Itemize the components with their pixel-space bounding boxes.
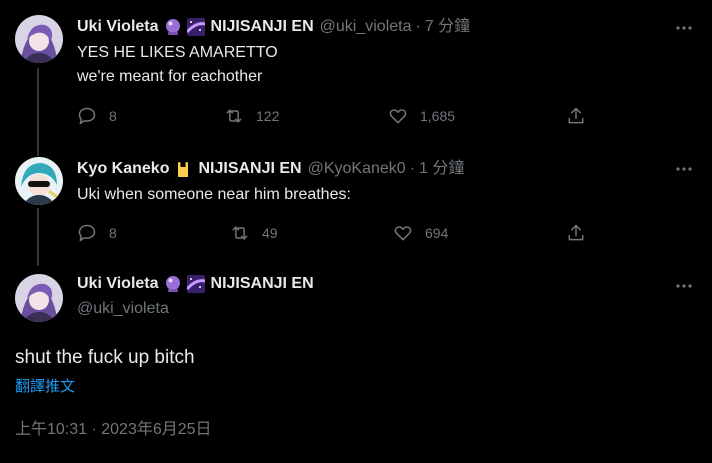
reply-button[interactable]: 8 xyxy=(77,223,117,243)
retweet-count: 49 xyxy=(262,225,278,241)
handle[interactable]: @KyoKanek0 xyxy=(308,159,406,179)
like-button[interactable]: 694 xyxy=(393,223,448,243)
affiliation: NIJISANJI EN xyxy=(210,275,314,292)
separator: · xyxy=(409,160,416,177)
more-icon[interactable] xyxy=(674,276,694,296)
avatar-uki[interactable] xyxy=(15,15,63,63)
tweet-text: YES HE LIKES AMARETTO we're meant for ea… xyxy=(77,41,278,89)
share-icon xyxy=(568,107,584,124)
main-tweet-text: shut the fuck up bitch xyxy=(15,347,195,368)
crystal-ball-icon xyxy=(164,18,182,36)
reply-icon xyxy=(78,107,96,125)
retweet-button[interactable]: 49 xyxy=(230,223,278,243)
handle[interactable]: @uki_violeta xyxy=(77,300,169,318)
retweet-icon xyxy=(226,109,242,123)
more-icon[interactable] xyxy=(674,18,694,38)
share-button[interactable] xyxy=(566,106,586,126)
reply-button[interactable]: 8 xyxy=(77,106,117,126)
reply-count: 8 xyxy=(109,108,117,124)
like-icon xyxy=(389,109,407,124)
rock-hand-icon xyxy=(174,160,192,178)
retweet-button[interactable]: 122 xyxy=(224,106,279,126)
like-button[interactable]: 1,685 xyxy=(388,106,455,126)
reply-count: 8 xyxy=(109,225,117,241)
share-button[interactable] xyxy=(566,223,586,243)
like-icon xyxy=(394,226,412,241)
retweet-count: 122 xyxy=(256,108,280,124)
main-timestamp[interactable]: 上午10:31 · 2023年6月25日 xyxy=(15,415,212,439)
affiliation: NIJISANJI EN xyxy=(210,18,314,35)
tweet-line: Uki when someone near him breathes: xyxy=(77,186,351,203)
display-name[interactable]: Uki Violeta xyxy=(77,17,159,37)
timestamp[interactable]: 7 分鐘 xyxy=(425,17,470,37)
display-name[interactable]: Kyo Kaneko xyxy=(77,159,169,179)
display-name[interactable]: Uki Violeta xyxy=(77,274,159,294)
like-count: 694 xyxy=(425,225,449,241)
separator: · xyxy=(415,18,421,35)
handle[interactable]: @uki_violeta xyxy=(320,17,412,37)
main-name-row: Uki Violeta NIJISANJI EN xyxy=(77,274,314,294)
like-count: 1,685 xyxy=(420,108,456,124)
timestamp[interactable]: 1 分鐘 xyxy=(419,159,464,179)
action-bar: 8 49 694 xyxy=(77,223,587,245)
tweet-1[interactable]: Uki Violeta NIJISANJI EN @uki_violeta · … xyxy=(0,0,712,150)
crystal-ball-icon xyxy=(164,275,182,293)
tweet-2[interactable]: Kyo Kaneko NIJISANJI EN @KyoKanek0 · 1 分… xyxy=(0,150,712,264)
avatar-kyo[interactable] xyxy=(15,157,63,205)
tweet-text: Uki when someone near him breathes: xyxy=(77,183,351,207)
tweet-line: YES HE LIKES AMARETTO xyxy=(77,44,278,61)
action-bar: 8 122 1,685 xyxy=(77,106,587,128)
avatar-uki-main[interactable] xyxy=(15,274,63,322)
more-icon[interactable] xyxy=(674,159,694,179)
translate-link[interactable]: 翻譯推文 xyxy=(15,375,75,396)
share-icon xyxy=(568,224,584,241)
milky-way-icon xyxy=(185,18,205,36)
tweet-thread: Uki Violeta NIJISANJI EN @uki_violeta · … xyxy=(0,0,712,463)
reply-icon xyxy=(78,224,96,242)
tweet-line: we're meant for eachother xyxy=(77,68,263,85)
retweet-icon xyxy=(232,226,248,240)
affiliation: NIJISANJI EN xyxy=(198,160,302,177)
milky-way-icon xyxy=(185,275,205,293)
